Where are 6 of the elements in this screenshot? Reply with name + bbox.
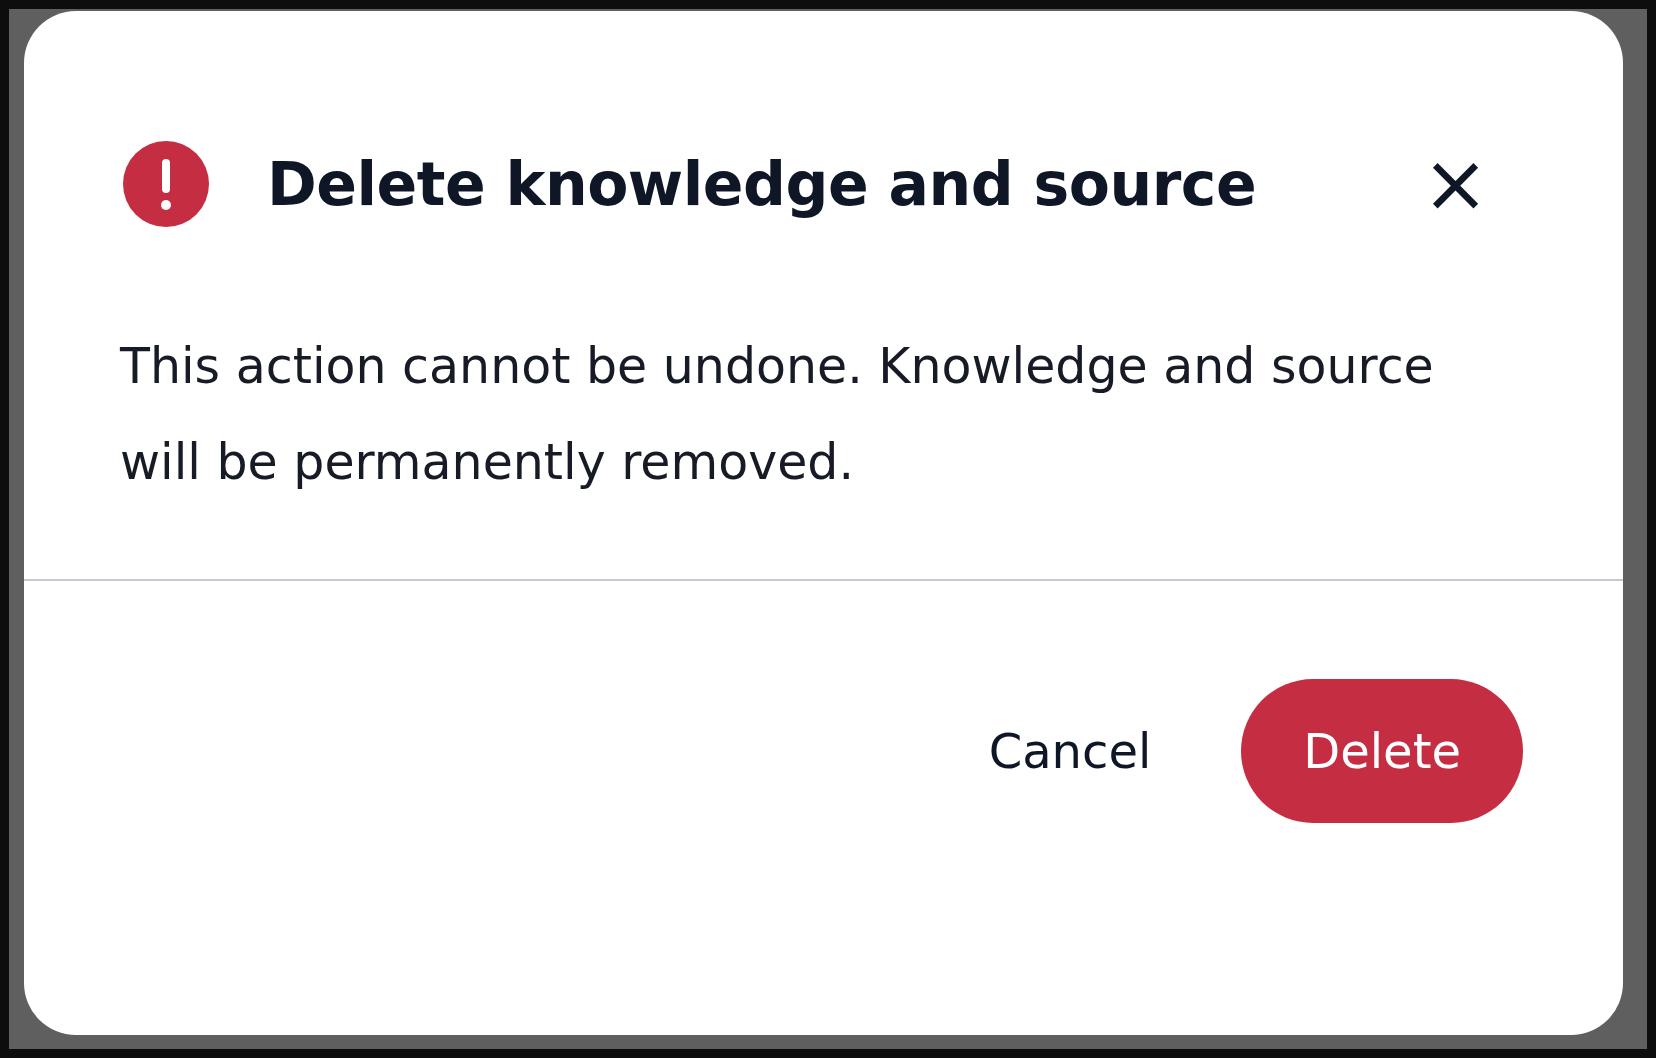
warning-icon <box>123 141 209 227</box>
dialog-title: Delete knowledge and source <box>267 149 1258 219</box>
delete-button[interactable]: Delete <box>1241 679 1523 823</box>
close-button[interactable]: × <box>1417 154 1493 214</box>
cancel-button[interactable]: Cancel <box>988 679 1152 823</box>
dialog-message: This action cannot be undone. Knowledge and source will be permanently removed. <box>120 337 1435 493</box>
